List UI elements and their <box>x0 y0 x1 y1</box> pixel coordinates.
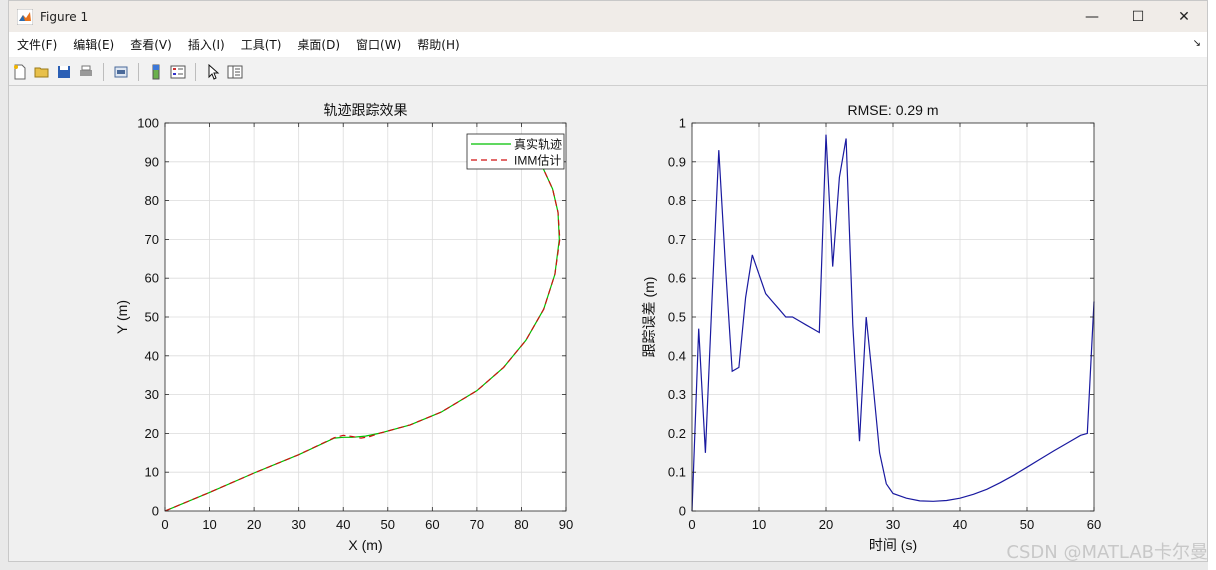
x-tick-label: 0 <box>161 517 168 532</box>
new-file-button[interactable] <box>9 61 31 83</box>
close-button[interactable]: ✕ <box>1161 1 1207 32</box>
menu-insert[interactable]: 插入(I) <box>180 36 233 53</box>
save-icon <box>58 65 70 78</box>
y-tick-label: 10 <box>145 465 159 480</box>
y-tick-label: 40 <box>145 348 159 363</box>
y-tick-label: 0.4 <box>668 348 686 363</box>
colorbar-button[interactable] <box>145 61 167 83</box>
x-tick-label: 40 <box>953 517 967 532</box>
menu-help[interactable]: 帮助(H) <box>409 36 467 53</box>
y-tick-label: 0.6 <box>668 271 686 286</box>
toolbar <box>9 58 1207 86</box>
x-tick-label: 10 <box>752 517 766 532</box>
y-tick-label: 0.5 <box>668 310 686 325</box>
x-tick-label: 30 <box>886 517 900 532</box>
toolbar-separator <box>195 62 196 81</box>
minimize-button[interactable]: — <box>1069 1 1115 32</box>
watermark: CSDN @MATLAB卡尔曼 <box>1006 542 1208 563</box>
y-tick-label: 60 <box>145 271 159 286</box>
y-axis-label: 跟踪误差 (m) <box>641 277 657 358</box>
y-tick-label: 20 <box>145 426 159 441</box>
x-tick-label: 80 <box>514 517 528 532</box>
x-tick-label: 20 <box>819 517 833 532</box>
legend-icon <box>170 65 186 78</box>
x-tick-label: 0 <box>688 517 695 532</box>
y-tick-label: 100 <box>137 116 159 131</box>
chart-title: RMSE: 0.29 m <box>847 102 938 118</box>
print-preview-icon <box>114 66 128 77</box>
menu-view[interactable]: 查看(V) <box>122 36 180 53</box>
x-tick-label: 60 <box>1087 517 1101 532</box>
x-tick-label: 20 <box>247 517 261 532</box>
y-tick-label: 0.9 <box>668 154 686 169</box>
new-file-icon <box>14 64 26 79</box>
x-tick-label: 50 <box>381 517 395 532</box>
window-title: Figure 1 <box>40 9 89 24</box>
y-tick-label: 1 <box>679 116 686 131</box>
print-preview-button[interactable] <box>110 61 132 83</box>
matlab-logo-icon <box>16 8 34 25</box>
maximize-icon: ☐ <box>1131 8 1145 25</box>
y-tick-label: 70 <box>145 232 159 247</box>
y-tick-label: 50 <box>145 310 159 325</box>
menu-edit[interactable]: 编辑(E) <box>65 36 122 53</box>
close-icon: ✕ <box>1178 8 1190 25</box>
x-tick-label: 70 <box>470 517 484 532</box>
property-editor-icon <box>227 65 243 78</box>
dock-arrow-icon[interactable]: ↘ <box>1193 38 1201 49</box>
open-folder-icon <box>34 67 49 77</box>
x-tick-label: 10 <box>202 517 216 532</box>
colorbar-icon <box>152 64 160 79</box>
legend-label: 真实轨迹 <box>514 137 562 152</box>
y-tick-label: 0.3 <box>668 387 686 402</box>
minimize-icon: — <box>1085 8 1099 25</box>
y-tick-label: 0.1 <box>668 465 686 480</box>
y-tick-label: 0.8 <box>668 193 686 208</box>
y-tick-label: 0 <box>679 504 686 519</box>
menu-window[interactable]: 窗口(W) <box>348 36 409 53</box>
figure-window: Figure 1 — ☐ ✕ 文件(F) 编辑(E) 查看(V) 插入(I) 工… <box>8 0 1208 562</box>
y-tick-label: 30 <box>145 387 159 402</box>
y-tick-label: 0.7 <box>668 232 686 247</box>
save-button[interactable] <box>53 61 75 83</box>
x-tick-label: 90 <box>559 517 573 532</box>
x-tick-label: 50 <box>1020 517 1034 532</box>
maximize-button[interactable]: ☐ <box>1115 1 1161 32</box>
legend-label: IMM估计 <box>514 154 561 168</box>
print-button[interactable] <box>75 61 97 83</box>
x-axis-label: X (m) <box>348 537 382 553</box>
title-bar: Figure 1 — ☐ ✕ <box>9 1 1207 32</box>
menu-tools[interactable]: 工具(T) <box>233 36 290 53</box>
menu-desktop[interactable]: 桌面(D) <box>289 36 348 53</box>
x-tick-label: 30 <box>291 517 305 532</box>
legend-button[interactable] <box>167 61 189 83</box>
toolbar-separator <box>103 62 104 81</box>
x-tick-label: 60 <box>425 517 439 532</box>
y-tick-label: 0.2 <box>668 426 686 441</box>
print-icon <box>80 65 92 76</box>
property-editor-button[interactable] <box>224 61 246 83</box>
y-tick-label: 80 <box>145 193 159 208</box>
toolbar-separator <box>138 62 139 81</box>
background-strip <box>1208 0 1216 570</box>
pointer-icon <box>208 63 220 80</box>
pointer-button[interactable] <box>202 61 224 83</box>
y-tick-label: 90 <box>145 154 159 169</box>
x-tick-label: 40 <box>336 517 350 532</box>
plots-svg: 0 10 20 30 40 50 60 70 80 90010203040506070809010… <box>114 102 1101 553</box>
menu-file[interactable]: 文件(F) <box>9 36 65 53</box>
y-axis-label: Y (m) <box>114 300 130 334</box>
y-tick-label: 0 <box>152 504 159 519</box>
menu-bar: 文件(F) 编辑(E) 查看(V) 插入(I) 工具(T) 桌面(D) 窗口(W… <box>9 32 1207 57</box>
open-button[interactable] <box>31 61 53 83</box>
figure-canvas: 0 10 20 30 40 50 60 70 80 90 0 10 20 30 40 50 60 70 80 90 10… <box>10 87 1207 561</box>
chart-title: 轨迹跟踪效果 <box>324 102 408 118</box>
x-axis-label: 时间 (s) <box>869 537 917 553</box>
